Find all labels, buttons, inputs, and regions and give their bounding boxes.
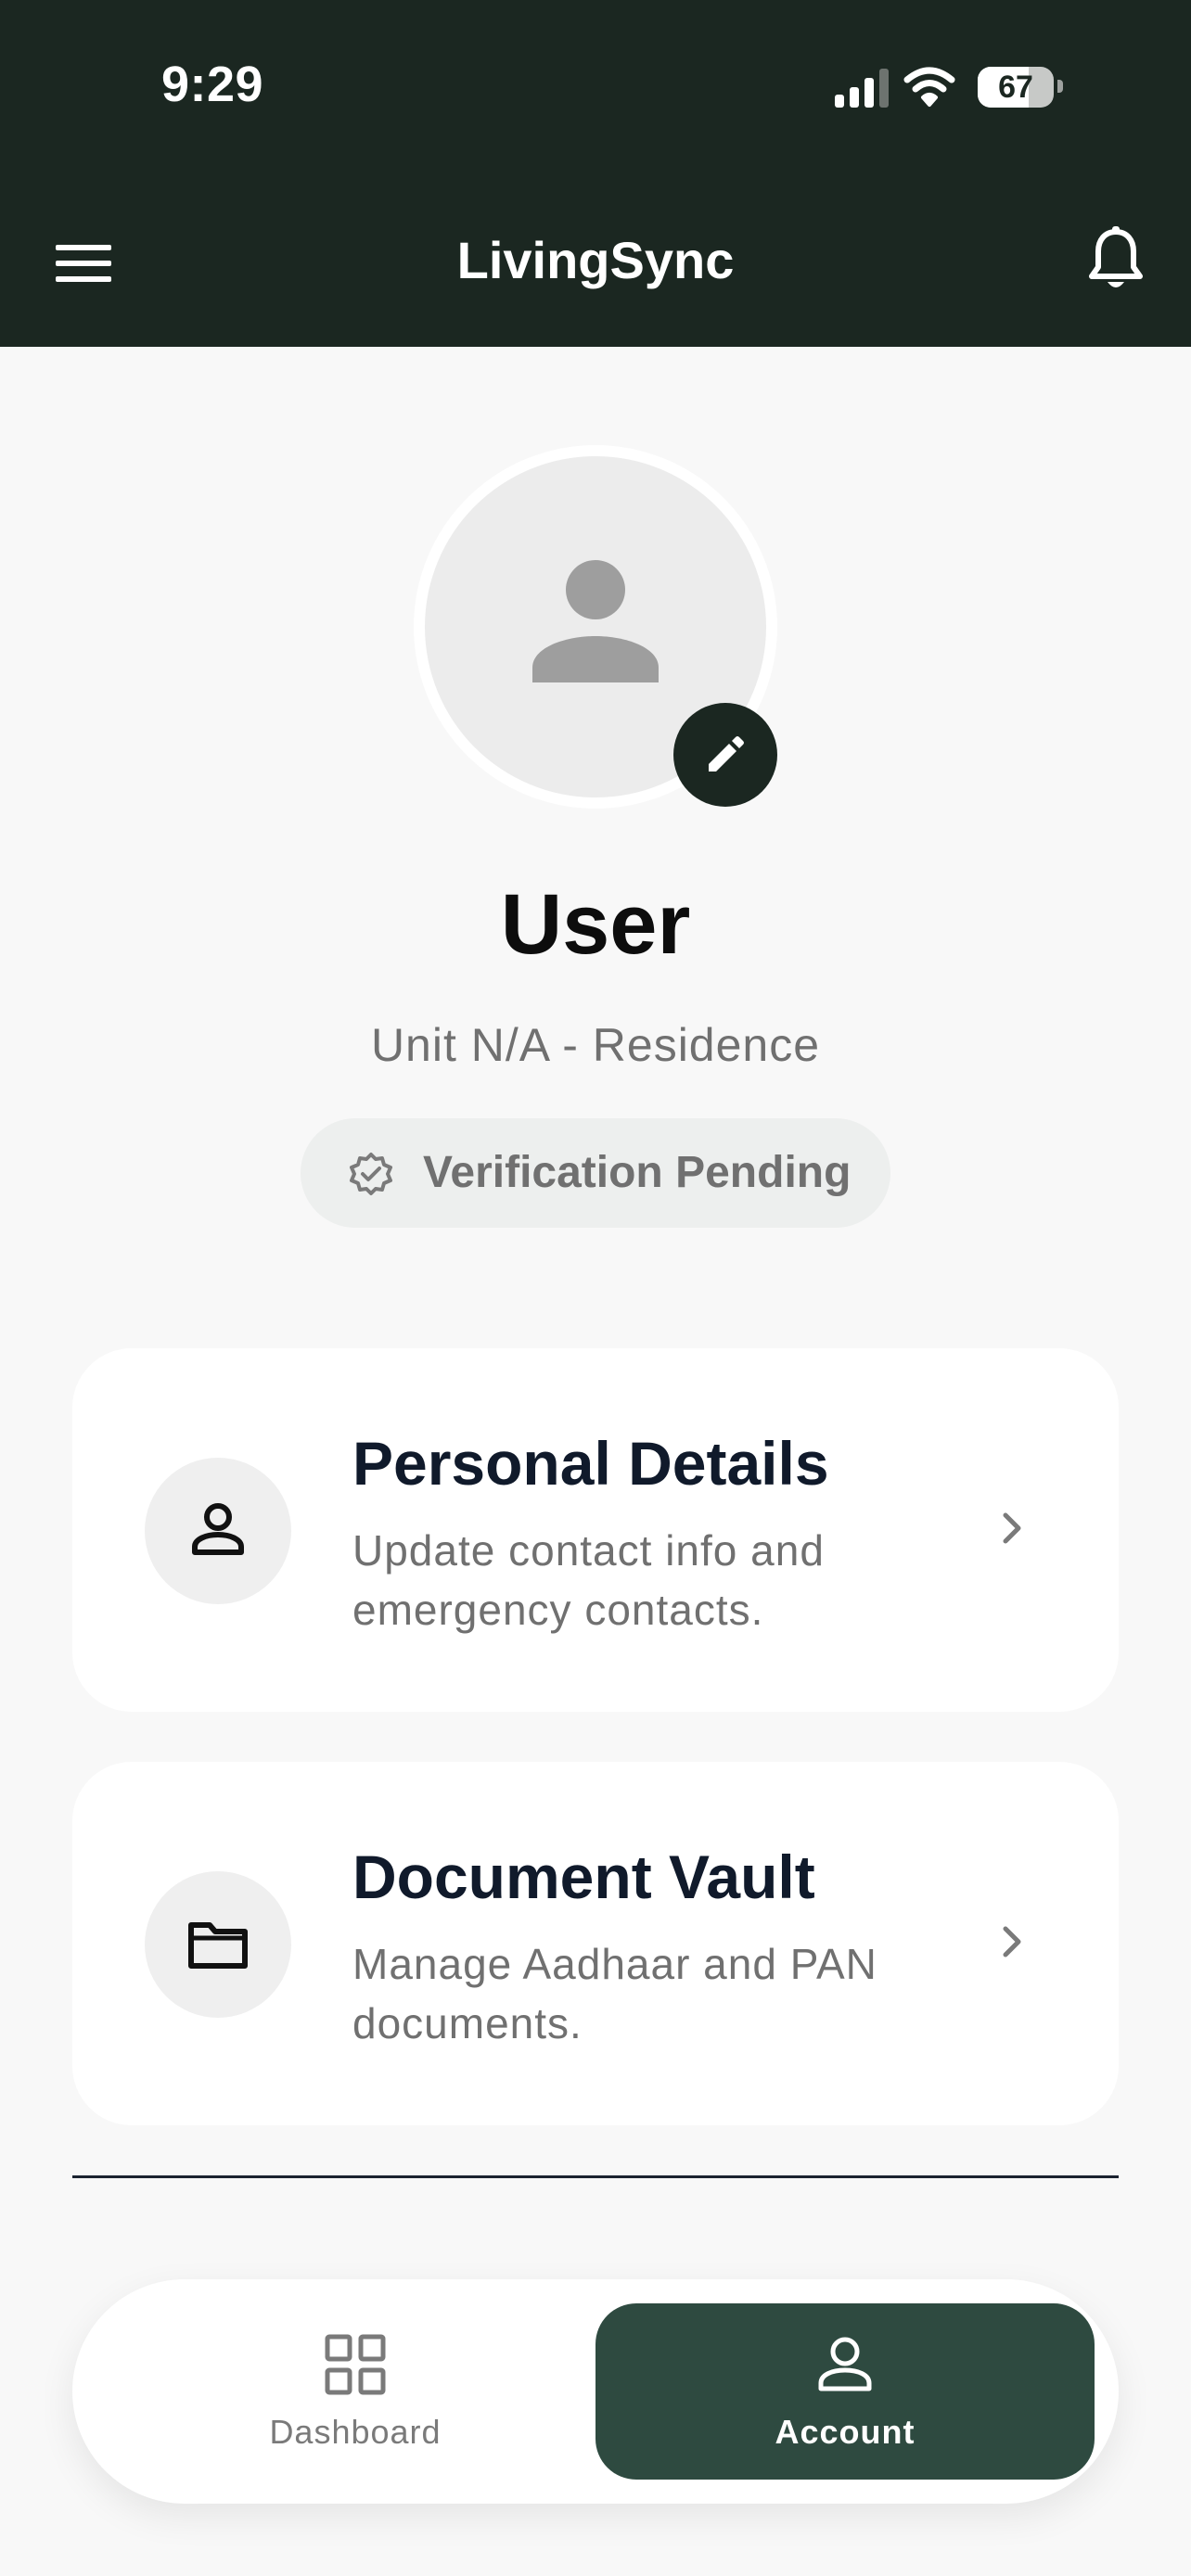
card-description: Update contact info and emergency contac… — [352, 1526, 825, 1634]
tab-dashboard[interactable]: Dashboard — [106, 2303, 605, 2480]
card-icon-container — [145, 1458, 291, 1604]
person-icon — [192, 1503, 244, 1555]
battery-cap — [1057, 80, 1063, 93]
wifi-icon — [903, 67, 955, 107]
avatar-placeholder-icon — [532, 560, 659, 682]
verified-badge-icon — [350, 1153, 392, 1195]
bell-icon — [1089, 226, 1143, 287]
notifications-button[interactable] — [1087, 226, 1145, 295]
edit-avatar-button[interactable] — [673, 703, 777, 807]
verification-status-label: Verification Pending — [423, 1148, 852, 1197]
app-title: LivingSync — [456, 231, 735, 289]
tab-label: Dashboard — [269, 2413, 442, 2451]
chevron-right-icon — [1003, 1926, 1021, 1958]
section-divider — [72, 2175, 1119, 2178]
chevron-right-icon — [1003, 1512, 1021, 1544]
card-description: Manage Aadhaar and PAN documents. — [352, 1940, 877, 2047]
pencil-icon — [709, 736, 744, 772]
document-vault-card[interactable]: Document Vault Manage Aadhaar and PAN do… — [72, 1762, 1119, 2125]
user-unit: Unit N/A - Residence — [370, 1019, 821, 1071]
person-icon — [818, 2337, 872, 2391]
grid-icon — [325, 2334, 386, 2395]
card-icon-container — [145, 1871, 291, 2018]
battery-icon: 67 — [978, 67, 1054, 108]
card-title: Document Vault — [352, 1843, 815, 1911]
bottom-navigation: Dashboard Account — [72, 2279, 1119, 2504]
status-time: 9:29 — [161, 57, 264, 112]
user-name: User — [500, 877, 691, 972]
signal-icon — [835, 69, 889, 108]
personal-details-card[interactable]: Personal Details Update contact info and… — [72, 1348, 1119, 1712]
battery-level: 67 — [998, 70, 1033, 105]
tab-label: Account — [775, 2413, 916, 2451]
tab-account[interactable]: Account — [596, 2303, 1095, 2480]
card-title: Personal Details — [352, 1429, 829, 1498]
folder-icon — [188, 1922, 248, 1969]
app-header: 9:29 67 LivingSync — [0, 0, 1191, 347]
verification-status-badge: Verification Pending — [301, 1118, 890, 1228]
